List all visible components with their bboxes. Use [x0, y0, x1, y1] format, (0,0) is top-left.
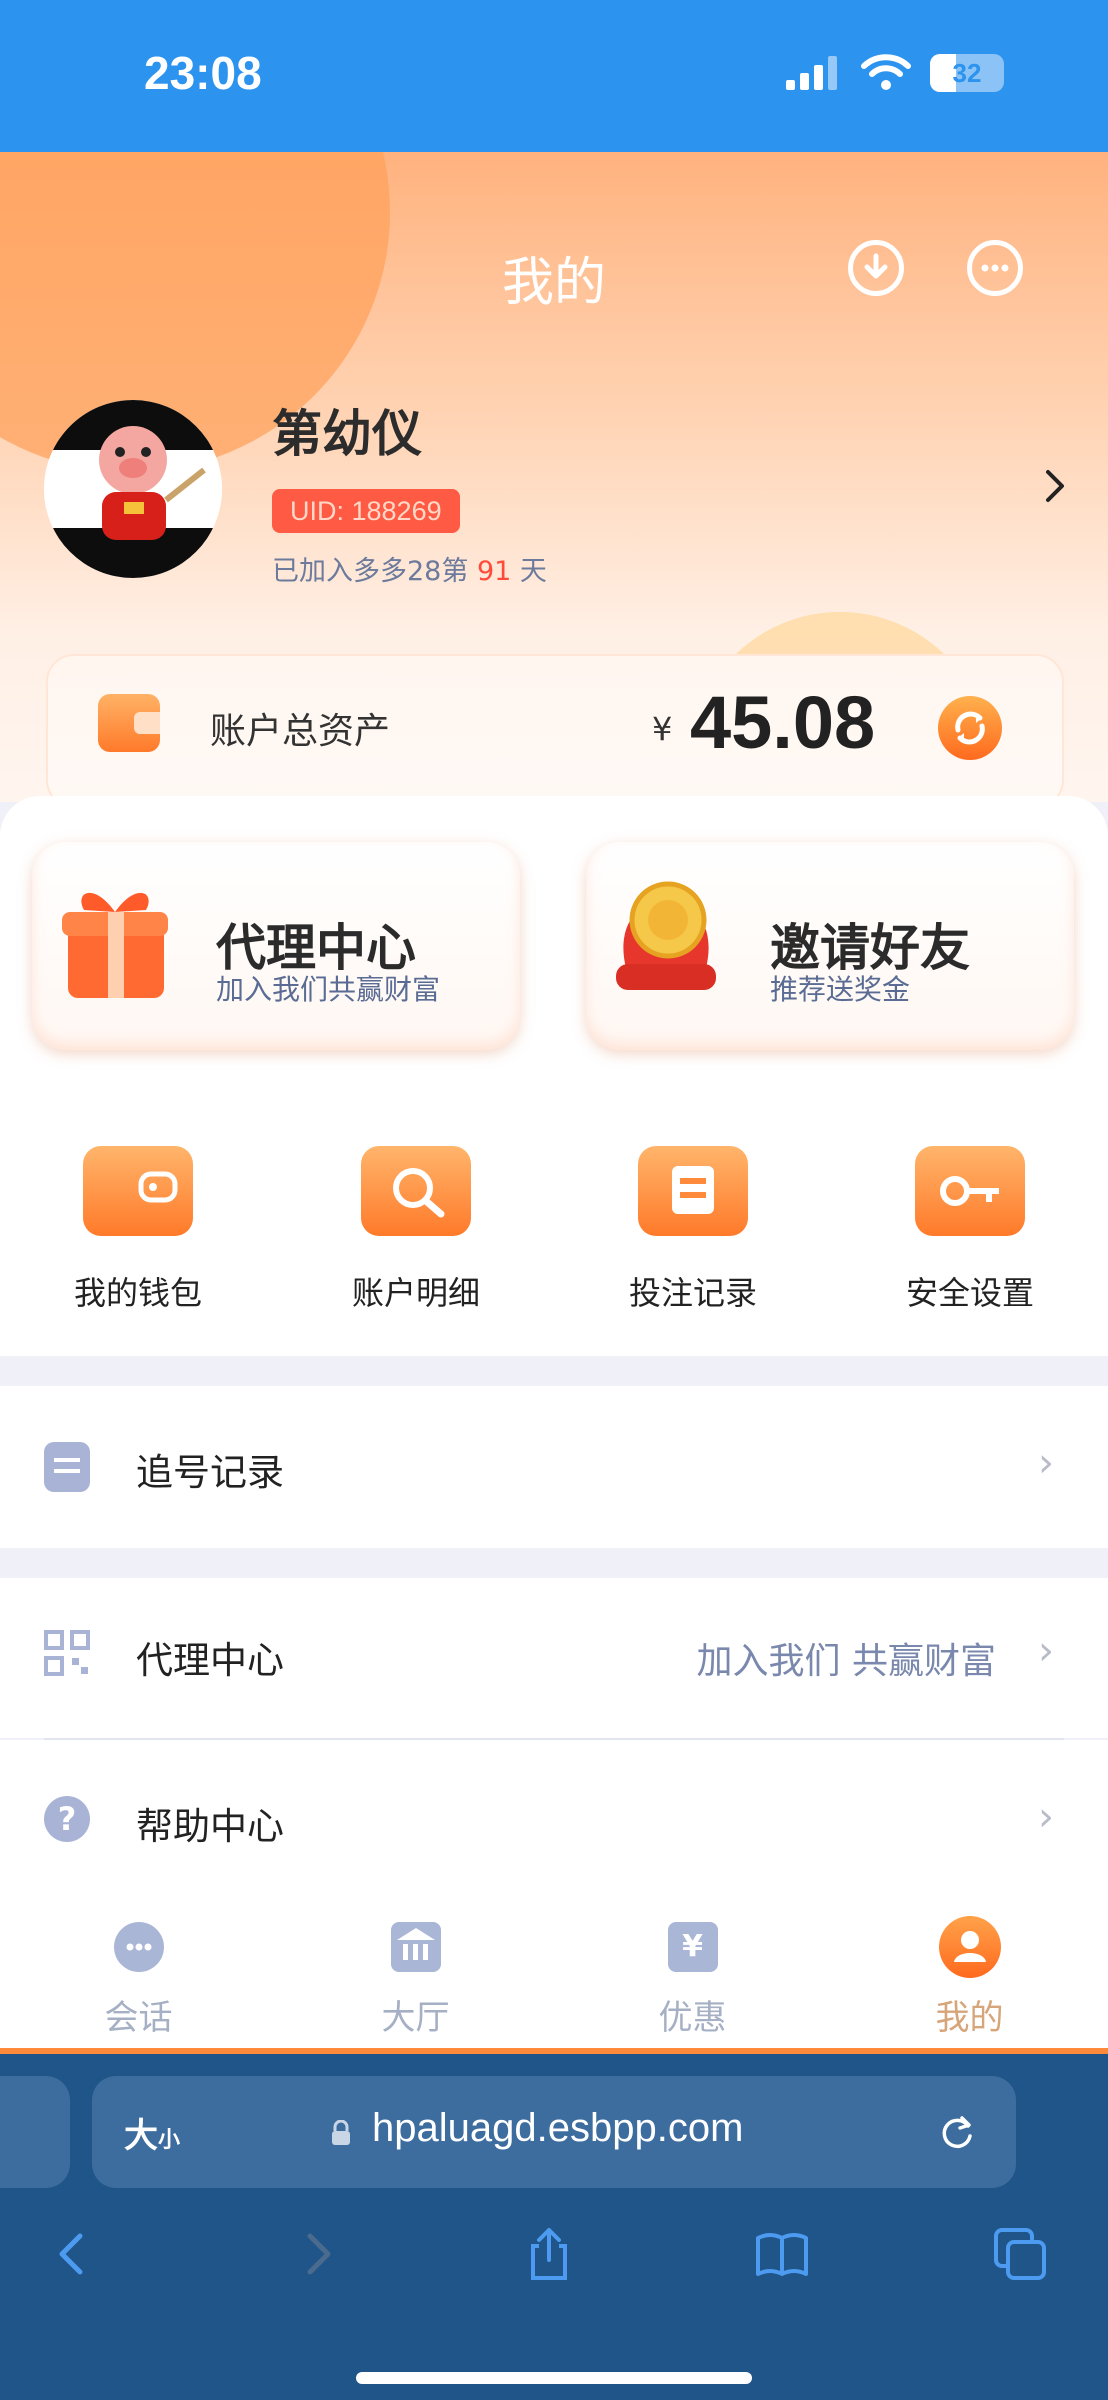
- tab-chat[interactable]: 会话: [0, 1902, 277, 2039]
- back-icon[interactable]: [44, 2224, 104, 2284]
- quick-account-details-label: 账户明细: [351, 1274, 480, 1312]
- battery-icon: 32: [930, 54, 1004, 92]
- chat-bubble-icon: [113, 1922, 164, 1972]
- menu-row-agent-hint: 加入我们 共赢财富: [696, 1641, 996, 1682]
- quick-wallet[interactable]: 我的钱包: [68, 1146, 208, 1314]
- agent-center-card[interactable]: 代理中心 加入我们共赢财富: [32, 842, 520, 1050]
- home-indicator: [356, 2372, 752, 2384]
- tab-promotions[interactable]: ¥ 优惠: [554, 1902, 831, 2039]
- tab-mine-label: 我的: [935, 1998, 1004, 2038]
- lock-icon: [330, 2119, 352, 2146]
- forward-icon[interactable]: [286, 2224, 346, 2284]
- quick-wallet-label: 我的钱包: [73, 1274, 202, 1312]
- tab-mine[interactable]: 我的: [831, 1902, 1108, 2039]
- text-size-button[interactable]: 大小: [124, 2108, 180, 2157]
- tabs-icon[interactable]: [990, 2224, 1050, 2284]
- menu-row-tracking-label: 追号记录: [136, 1451, 284, 1494]
- tab-lobby-label: 大厅: [381, 1998, 450, 2038]
- wallet-icon: [83, 1146, 193, 1236]
- message-icon[interactable]: [967, 240, 1023, 296]
- currency-symbol: ¥: [652, 710, 673, 748]
- tab-promotions-label: 优惠: [658, 1998, 727, 2038]
- total-assets-label: 账户总资产: [210, 711, 391, 752]
- tab-chat-label: 会话: [104, 1998, 173, 2038]
- bottom-tab-bar: 会话 大厅 ¥ 优惠 我的: [0, 1902, 1108, 2054]
- status-bar: 23:08 32: [0, 0, 1108, 152]
- url-text: hpaluagd.esbpp.com: [372, 2106, 744, 2150]
- browser-toolbar: 大小 hpaluagd.esbpp.com: [0, 2054, 1108, 2400]
- battery-level: 32: [952, 58, 982, 88]
- total-assets-amount: 45.08: [690, 681, 876, 764]
- chevron-right-icon: ›: [1038, 1440, 1054, 1486]
- share-icon[interactable]: [519, 2224, 579, 2284]
- qr-code-icon: [44, 1630, 90, 1676]
- user-icon: [938, 1916, 1001, 1978]
- refresh-icon[interactable]: [938, 696, 1002, 760]
- status-time: 23:08: [144, 47, 262, 99]
- calendar-icon: [638, 1146, 748, 1236]
- text-size-large: 大: [124, 2116, 158, 2156]
- joined-prefix: 已加入多多28第: [272, 556, 469, 587]
- magnifier-icon: [361, 1146, 471, 1236]
- tab-lobby[interactable]: 大厅: [277, 1902, 554, 2039]
- menu-row-tracking[interactable]: 追号记录 ›: [0, 1386, 1108, 1548]
- download-icon[interactable]: [848, 240, 904, 296]
- bank-icon: [390, 1922, 441, 1972]
- invite-friends-card[interactable]: 邀请好友 推荐送奖金: [586, 842, 1074, 1050]
- joined-suffix: 天: [519, 556, 547, 587]
- avatar[interactable]: [44, 400, 222, 578]
- menu-row-help-label: 帮助中心: [136, 1805, 284, 1848]
- coin-hand-icon: [606, 868, 736, 1008]
- menu-row-agent[interactable]: 代理中心 加入我们 共赢财富 ›: [0, 1578, 1108, 1738]
- quick-account-details[interactable]: 账户明细: [346, 1146, 486, 1314]
- uid-badge: UID: 188269: [272, 489, 460, 533]
- text-size-small: 小: [158, 2128, 181, 2153]
- yen-ticket-icon: ¥: [667, 1922, 718, 1972]
- previous-tab-preview[interactable]: [0, 2076, 70, 2188]
- reload-icon[interactable]: [936, 2112, 978, 2154]
- agent-center-subtitle: 加入我们共赢财富: [216, 973, 441, 1006]
- bookmarks-icon[interactable]: [752, 2224, 812, 2284]
- chevron-right-icon[interactable]: [1040, 466, 1070, 506]
- wallet-icon: [98, 694, 160, 752]
- joined-days: 91: [476, 556, 512, 587]
- menu-row-agent-label: 代理中心: [136, 1639, 284, 1682]
- gift-box-icon: [54, 882, 176, 1002]
- total-assets-card: 账户总资产 ¥ 45.08: [46, 654, 1064, 808]
- wifi-icon: [860, 52, 912, 92]
- quick-security-settings[interactable]: 安全设置: [900, 1146, 1040, 1314]
- invite-friends-subtitle: 推荐送奖金: [770, 973, 911, 1006]
- page-title: 我的: [501, 253, 606, 313]
- quick-security-settings-label: 安全设置: [905, 1274, 1034, 1312]
- joined-info: 已加入多多28第 91 天: [272, 549, 547, 588]
- address-bar[interactable]: 大小 hpaluagd.esbpp.com: [92, 2076, 1016, 2188]
- username: 第幼仪: [272, 405, 422, 463]
- key-icon: [915, 1146, 1025, 1236]
- quick-bet-records-label: 投注记录: [628, 1274, 757, 1312]
- chevron-right-icon: ›: [1038, 1794, 1054, 1840]
- question-icon: ?: [44, 1796, 90, 1842]
- signal-icon: [786, 56, 842, 90]
- menu-row-help[interactable]: ? 帮助中心 ›: [0, 1740, 1108, 1902]
- quick-bet-records[interactable]: 投注记录: [623, 1146, 763, 1314]
- chevron-right-icon: ›: [1038, 1628, 1054, 1674]
- clipboard-icon: [44, 1442, 90, 1492]
